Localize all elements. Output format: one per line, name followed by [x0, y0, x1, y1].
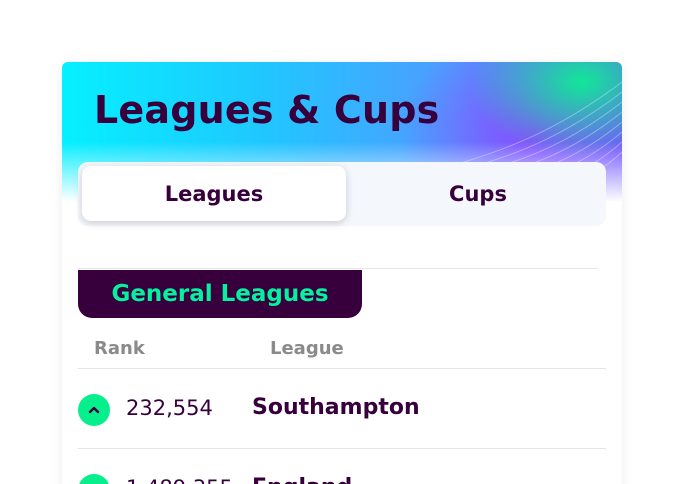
rank-value: 232,554: [126, 396, 213, 420]
leagues-cups-card: Leagues & Cups Leagues Cups General Leag…: [62, 62, 622, 484]
section-general-leagues: General Leagues: [78, 270, 362, 318]
column-header-league: League: [270, 338, 344, 359]
table-header-divider: [78, 368, 606, 369]
movement-up-icon: [78, 394, 110, 426]
leagues-cups-tabs: Leagues Cups: [78, 162, 606, 226]
movement-up-icon: [78, 474, 110, 484]
tab-cups[interactable]: Cups: [346, 166, 610, 221]
column-header-rank: Rank: [94, 338, 145, 359]
page-title: Leagues & Cups: [94, 88, 440, 132]
league-name-link[interactable]: Southampton: [252, 395, 420, 420]
rank-value: 1,489,355: [126, 476, 233, 484]
league-name-link[interactable]: England: [252, 475, 352, 484]
section-label: General Leagues: [111, 281, 329, 307]
section-divider: [78, 268, 598, 269]
row-divider: [78, 448, 606, 449]
tab-leagues[interactable]: Leagues: [82, 166, 346, 221]
